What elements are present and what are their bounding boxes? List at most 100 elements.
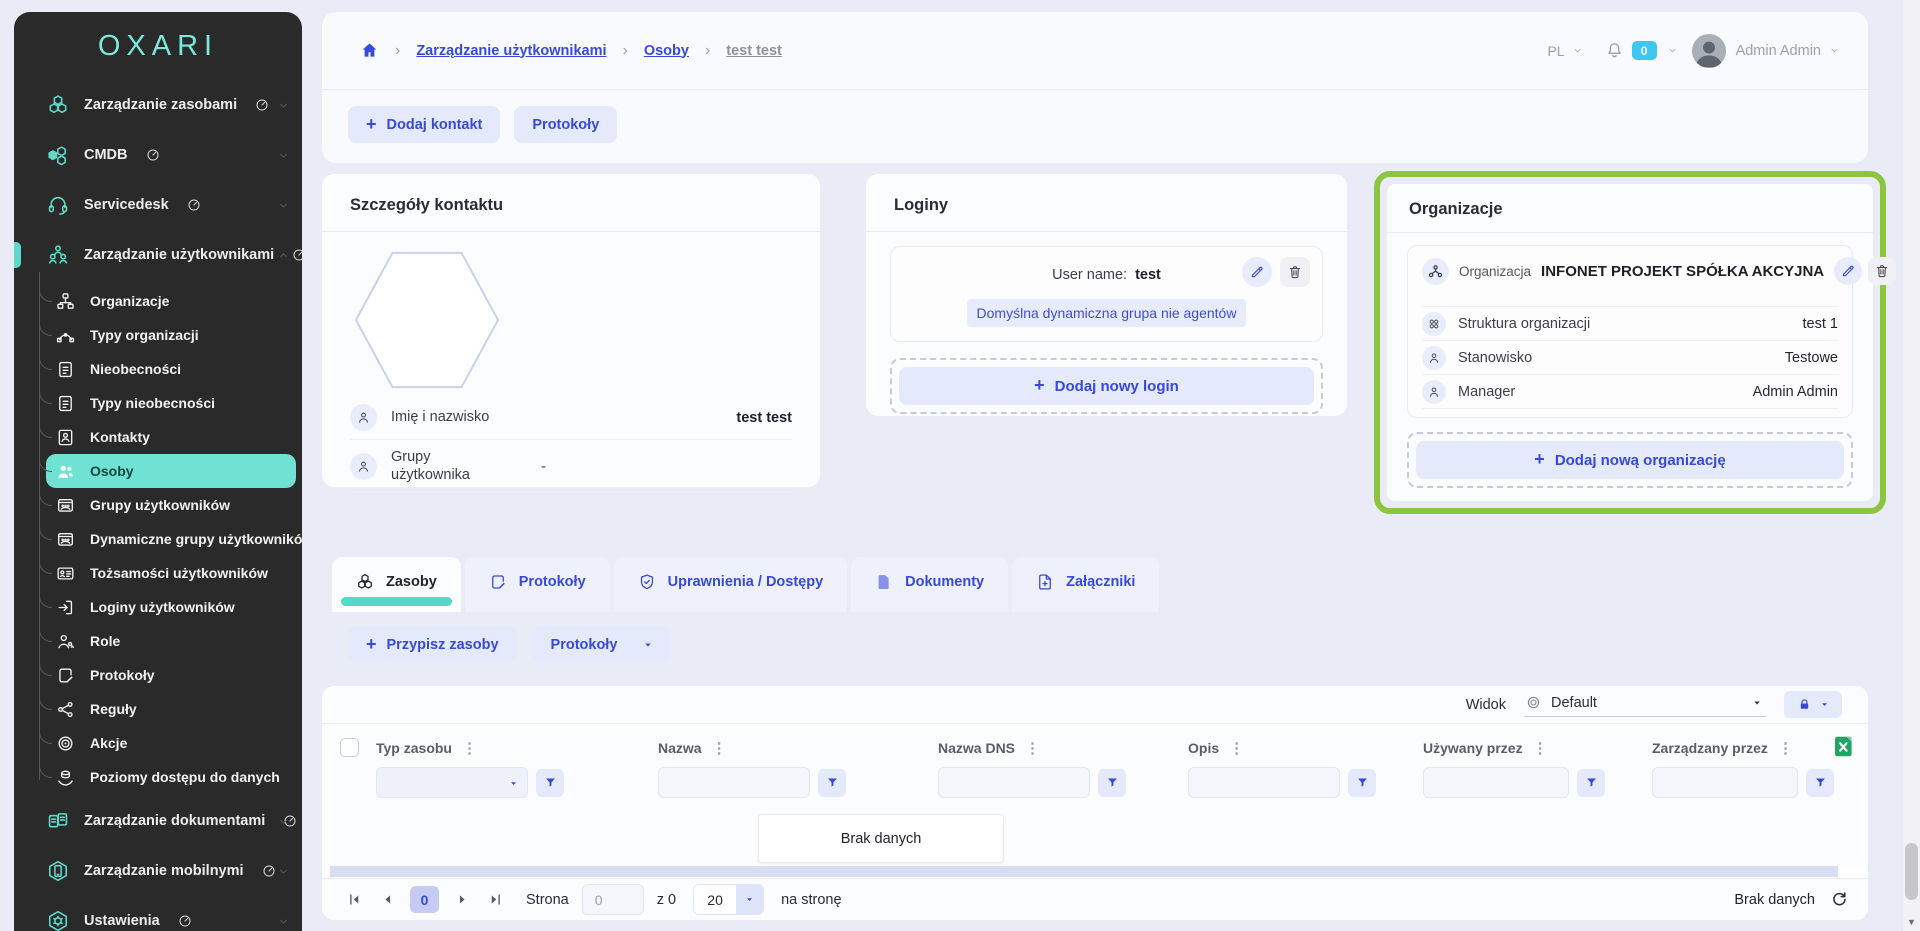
breadcrumb: › Zarządzanie użytkownikami › Osoby › te… bbox=[322, 12, 1868, 90]
tab-dokumenty[interactable]: Dokumenty bbox=[851, 557, 1008, 612]
horizontal-scrollbar-thumb[interactable] bbox=[330, 866, 1838, 877]
person-key-icon bbox=[56, 632, 75, 651]
column-menu-icon[interactable]: ⋮ bbox=[1229, 739, 1244, 757]
sidebar-item-akcje[interactable]: Akcje bbox=[46, 726, 296, 760]
sidebar-item-label: Zarządzanie zasobami bbox=[84, 97, 237, 113]
add-contact-button[interactable]: + Dodaj kontakt bbox=[348, 106, 500, 143]
sidebar-item-osoby[interactable]: Osoby bbox=[46, 454, 296, 488]
add-organization-button[interactable]: + Dodaj nową organizację bbox=[1416, 441, 1844, 479]
person-icon bbox=[356, 410, 371, 425]
tab-zalaczniki[interactable]: Załączniki bbox=[1012, 557, 1159, 612]
column-menu-icon[interactable]: ⋮ bbox=[1533, 739, 1548, 757]
protocols-button[interactable]: Protokoły bbox=[514, 106, 617, 143]
refresh-icon[interactable] bbox=[1829, 890, 1848, 909]
column-header-opis[interactable]: Opis⋮ bbox=[1188, 724, 1423, 757]
delete-login-button[interactable] bbox=[1280, 257, 1310, 287]
breadcrumb-link-users[interactable]: Zarządzanie użytkownikami bbox=[416, 43, 606, 59]
previous-page-button[interactable] bbox=[375, 888, 399, 912]
select-all-checkbox[interactable] bbox=[340, 738, 359, 757]
nazwa-dns-funnel-button[interactable] bbox=[1098, 769, 1126, 797]
sidebar-item-poziomy-dostepu[interactable]: Poziomy dostępu do danych bbox=[46, 760, 296, 794]
vertical-scrollbar[interactable]: ▼ bbox=[1903, 0, 1920, 931]
edit-organization-button[interactable] bbox=[1834, 257, 1862, 285]
uzywany-przez-filter-input[interactable] bbox=[1423, 767, 1569, 798]
organization-icon bbox=[1427, 263, 1444, 280]
first-page-button[interactable] bbox=[342, 888, 366, 912]
hand-data-icon bbox=[56, 768, 75, 787]
breadcrumb-current: test test bbox=[726, 43, 782, 59]
column-menu-icon[interactable]: ⋮ bbox=[462, 739, 477, 757]
tab-zasoby[interactable]: Zasoby bbox=[332, 557, 461, 612]
column-header-typ-zasobu[interactable]: Typ zasobu⋮ bbox=[376, 724, 658, 757]
user-name[interactable]: Admin Admin bbox=[1736, 43, 1821, 59]
sidebar-item-loginy[interactable]: Loginy użytkowników bbox=[46, 590, 296, 624]
zarzadzany-przez-filter-input[interactable] bbox=[1652, 767, 1798, 798]
horizontal-scrollbar bbox=[322, 865, 1868, 878]
sidebar-item-grupy-uzytkownikow[interactable]: Grupy użytkowników bbox=[46, 488, 296, 522]
column-header-uzywany-przez[interactable]: Używany przez⋮ bbox=[1423, 724, 1652, 757]
scroll-down-arrow-icon[interactable]: ▼ bbox=[1903, 917, 1920, 927]
bell-icon[interactable] bbox=[1605, 41, 1624, 60]
breadcrumb-link-osoby[interactable]: Osoby bbox=[644, 43, 689, 59]
sidebar-item-zarzadzanie-dokumentami[interactable]: Zarządzanie dokumentami bbox=[14, 796, 302, 846]
chevron-down-icon[interactable] bbox=[1667, 45, 1678, 56]
sidebar-item-zarzadzanie-uzytkownikami[interactable]: Zarządzanie użytkownikami bbox=[14, 230, 302, 280]
language-selector[interactable]: PL bbox=[1547, 43, 1564, 59]
app-logo[interactable]: OXARI bbox=[14, 12, 302, 80]
delete-organization-button[interactable] bbox=[1868, 257, 1896, 285]
avatar[interactable] bbox=[1692, 34, 1726, 68]
sidebar-item-ustawienia[interactable]: Ustawienia bbox=[14, 896, 302, 931]
add-login-button[interactable]: + Dodaj nowy login bbox=[899, 367, 1314, 405]
logins-card: Loginy User name: test Domyślna dynamicz… bbox=[866, 174, 1347, 416]
page-number-input[interactable] bbox=[582, 884, 644, 915]
tab-uprawnienia-dostepy[interactable]: Uprawnienia / Dostępy bbox=[614, 557, 848, 612]
protocols-dropdown-button[interactable]: Protokoły bbox=[533, 626, 672, 663]
sidebar-item-zarzadzanie-zasobami[interactable]: Zarządzanie zasobami bbox=[14, 80, 302, 130]
column-menu-icon[interactable]: ⋮ bbox=[1778, 739, 1793, 757]
add-login-dropzone: + Dodaj nowy login bbox=[890, 358, 1323, 414]
file-plus-icon bbox=[1036, 573, 1054, 591]
typ-zasobu-funnel-button[interactable] bbox=[536, 769, 564, 797]
sidebar-item-kontakty[interactable]: Kontakty bbox=[46, 420, 296, 454]
sidebar-item-tozsamosci[interactable]: Tożsamości użytkowników bbox=[46, 556, 296, 590]
sidebar-item-label: Organizacje bbox=[90, 293, 169, 309]
column-header-nazwa[interactable]: Nazwa⋮ bbox=[658, 724, 938, 757]
notification-badge[interactable]: 0 bbox=[1632, 41, 1657, 60]
sidebar-item-typy-nieobecnosci[interactable]: Typy nieobecności bbox=[46, 386, 296, 420]
column-menu-icon[interactable]: ⋮ bbox=[712, 739, 727, 757]
edit-login-button[interactable] bbox=[1242, 257, 1272, 287]
next-page-button[interactable] bbox=[450, 888, 474, 912]
nazwa-dns-filter-input[interactable] bbox=[938, 767, 1090, 798]
nazwa-funnel-button[interactable] bbox=[818, 769, 846, 797]
sidebar-item-servicedesk[interactable]: Servicedesk bbox=[14, 180, 302, 230]
view-select[interactable]: Default bbox=[1524, 693, 1766, 717]
zarzadzany-przez-funnel-button[interactable] bbox=[1806, 769, 1834, 797]
column-menu-icon[interactable]: ⋮ bbox=[1025, 739, 1040, 757]
assign-resources-button[interactable]: + Przypisz zasoby bbox=[348, 626, 517, 663]
lock-view-button[interactable] bbox=[1784, 691, 1842, 718]
nazwa-filter-input[interactable] bbox=[658, 767, 810, 798]
sidebar-item-typy-organizacji[interactable]: Typy organizacji bbox=[46, 318, 296, 352]
opis-filter-input[interactable] bbox=[1188, 767, 1340, 798]
sidebar-item-protokoly[interactable]: Protokoły bbox=[46, 658, 296, 692]
gauge-icon bbox=[187, 198, 201, 212]
home-icon[interactable] bbox=[360, 41, 379, 60]
sidebar-item-cmdb[interactable]: CMDB bbox=[14, 130, 302, 180]
sidebar-item-reguly[interactable]: Reguły bbox=[46, 692, 296, 726]
sidebar-item-role[interactable]: Role bbox=[46, 624, 296, 658]
opis-funnel-button[interactable] bbox=[1348, 769, 1376, 797]
vertical-scrollbar-thumb[interactable] bbox=[1905, 843, 1918, 900]
current-page-button[interactable]: 0 bbox=[410, 886, 439, 913]
column-header-nazwa-dns[interactable]: Nazwa DNS⋮ bbox=[938, 724, 1188, 757]
last-page-button[interactable] bbox=[483, 888, 507, 912]
tab-protokoly[interactable]: Protokoły bbox=[465, 557, 610, 612]
sidebar-item-organizacje[interactable]: Organizacje bbox=[46, 284, 296, 318]
typ-zasobu-filter-select[interactable] bbox=[376, 767, 528, 798]
sidebar-item-zarzadzanie-mobilnymi[interactable]: Zarządzanie mobilnymi bbox=[14, 846, 302, 896]
page-size-select[interactable]: 20 bbox=[693, 884, 764, 915]
chevron-down-icon[interactable] bbox=[1829, 45, 1840, 56]
sidebar-item-dynamiczne-grupy[interactable]: Dynamiczne grupy użytkowników bbox=[46, 522, 296, 556]
sidebar-item-nieobecnosci[interactable]: Nieobecności bbox=[46, 352, 296, 386]
uzywany-przez-funnel-button[interactable] bbox=[1577, 769, 1605, 797]
export-excel-button[interactable] bbox=[1832, 733, 1856, 760]
